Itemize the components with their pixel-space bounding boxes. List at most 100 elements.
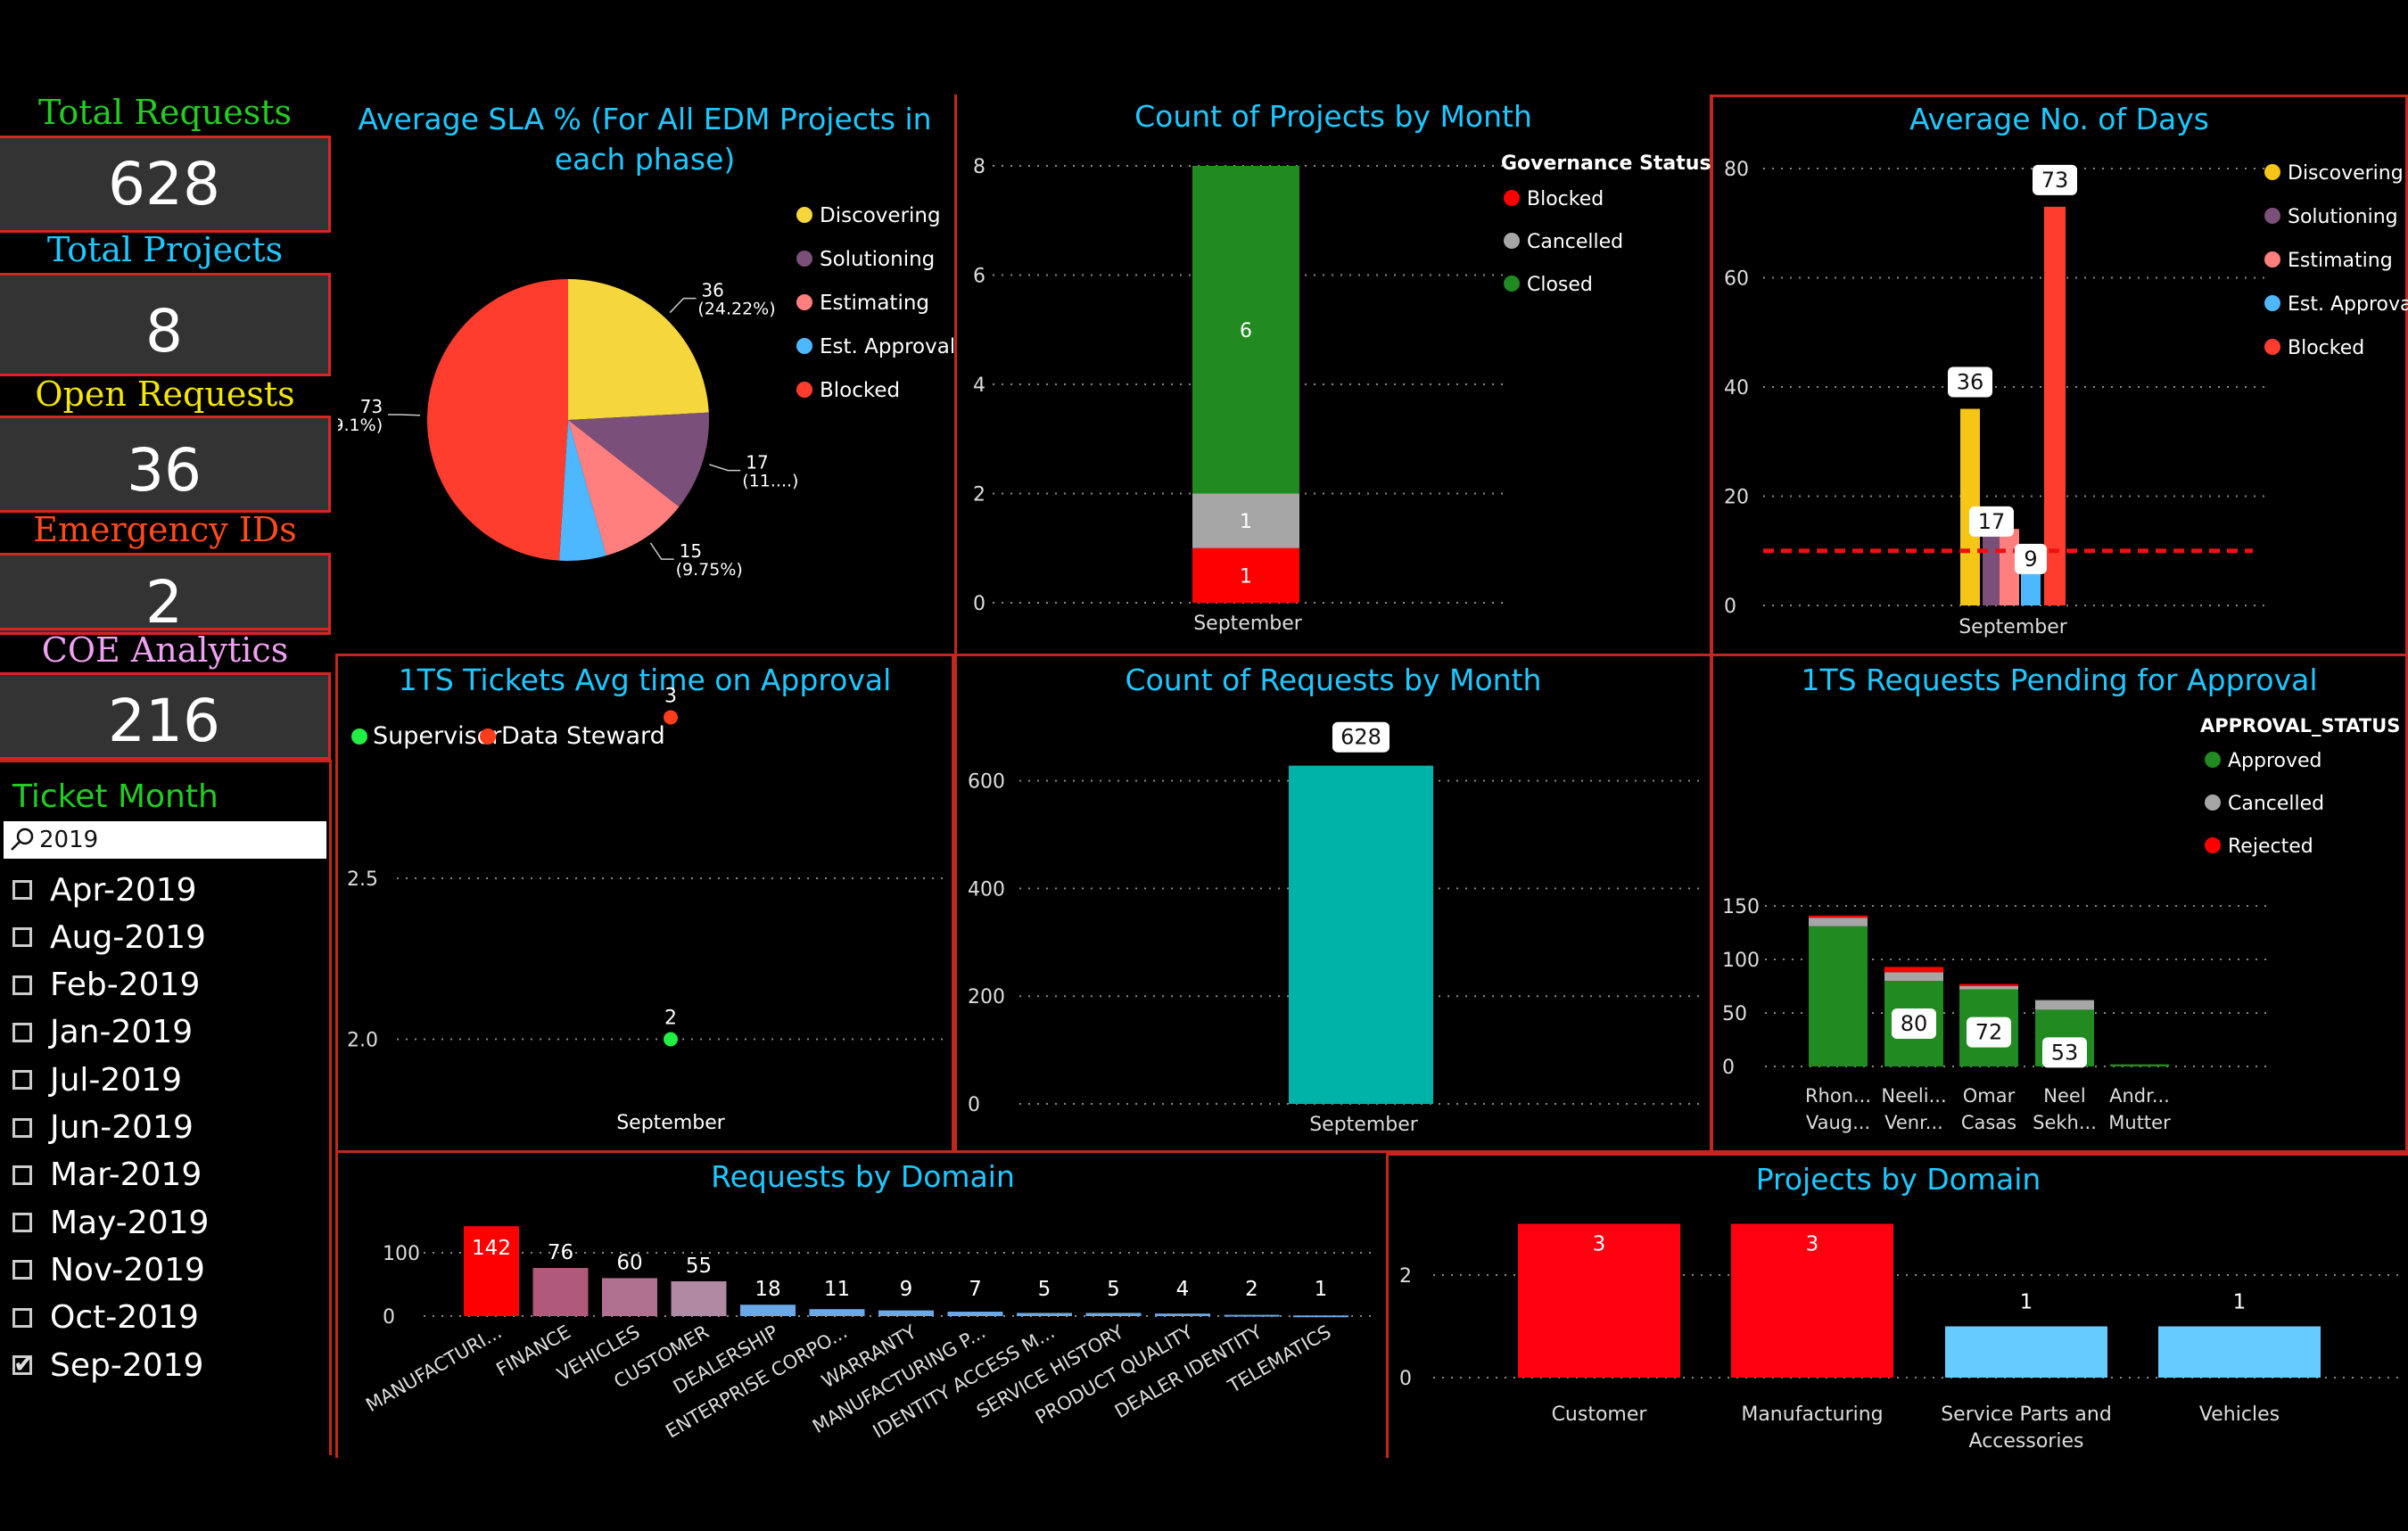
bar-chart[interactable]: 0 200 400 600 628 September — [957, 656, 1711, 1151]
pie-chart[interactable]: 36(24.22%) 17(11....) 15(9.75%) 73(49.1%) Di… — [338, 97, 953, 650]
y-tick-label: 150 — [1722, 896, 1760, 918]
leader-line — [669, 297, 697, 314]
slicer-item[interactable]: Jun-2019 — [12, 1107, 194, 1148]
kpi-title: Total Requests — [37, 93, 293, 132]
slicer-item[interactable]: Jan-2019 — [12, 1012, 193, 1053]
clustered-bar-chart[interactable]: 0 20 40 60 80 36 17 9 73 September Discovering Solu… — [1713, 97, 2408, 650]
bar-label: 60 — [616, 1251, 642, 1274]
slice-label: 36 — [701, 280, 723, 301]
x-tick-label: September — [1959, 616, 2068, 638]
y-tick-label: 0 — [1399, 1368, 1412, 1390]
leader-line — [388, 414, 421, 416]
bar — [2158, 1326, 2321, 1378]
slicer-item-label: Feb-2019 — [50, 967, 201, 1004]
y-tick-label: 600 — [968, 771, 1005, 794]
slicer-item[interactable]: Sep-2019 — [12, 1345, 203, 1386]
slice-sublabel: (49.1%) — [338, 416, 383, 435]
legend-marker — [2264, 208, 2280, 224]
slicer-item[interactable]: Apr-2019 — [12, 869, 197, 910]
y-tick-label: 0 — [1722, 1057, 1735, 1079]
checkbox[interactable] — [12, 1165, 32, 1185]
checkbox[interactable] — [12, 1022, 32, 1042]
slicer-item-label: Nov-2019 — [50, 1251, 205, 1288]
x-tick-label: Casas — [1961, 1112, 2016, 1133]
bar-label: 1 — [2233, 1291, 2247, 1314]
checkbox[interactable] — [12, 1260, 32, 1280]
data-point — [664, 710, 678, 725]
slicer-item[interactable]: Jul-2019 — [12, 1059, 182, 1100]
slicer-item[interactable]: Feb-2019 — [12, 965, 200, 1006]
bar-label: 1 — [1240, 511, 1252, 533]
bar-segment — [1959, 984, 2018, 986]
kpi-title: Emergency IDs — [33, 510, 297, 549]
data-label: 80 — [1901, 1011, 1928, 1036]
stacked-bar-chart[interactable]: 0 50 100 150 Rhon... Vaug... 80 Neeli... Venr...… — [1713, 656, 2408, 1151]
x-tick-label: September — [1309, 1114, 1419, 1136]
data-label: 17 — [1978, 509, 2006, 534]
checkbox[interactable] — [12, 880, 32, 900]
bar — [1224, 1314, 1280, 1317]
pie-slice — [426, 279, 568, 561]
panel-projects-month: Count of Projects by Month 0 2 4 6 8 1 1 6 Septe… — [954, 95, 1712, 656]
y-tick-label: 0 — [1724, 596, 1736, 618]
slicer-item[interactable]: Nov-2019 — [12, 1249, 205, 1290]
x-tick-label: Customer — [1552, 1403, 1648, 1426]
panel-tickets-approval: 1TS Tickets Avg time on Approval 2.0 2.5 S… — [335, 654, 954, 1153]
checkbox[interactable] — [12, 1213, 32, 1233]
legend-label: Cancelled — [1527, 231, 1623, 253]
x-tick-label: MANUFACTURI... — [362, 1321, 505, 1416]
legend-label: Estimating — [820, 292, 929, 315]
kpi-value: 8 — [0, 273, 331, 376]
search-icon — [11, 827, 34, 851]
slicer-item[interactable]: Oct-2019 — [12, 1297, 199, 1338]
bar — [809, 1309, 865, 1316]
bar — [1293, 1315, 1348, 1318]
panel-pending-approval: 1TS Requests Pending for Approval 0 50 100… — [1711, 654, 2408, 1153]
y-tick-label: 0 — [973, 593, 985, 615]
checkbox-checked[interactable] — [12, 1349, 34, 1379]
slicer-item[interactable]: Aug-2019 — [12, 917, 206, 958]
scatter-chart[interactable]: 2.02.5Supervisor2Data Steward3September — [338, 656, 953, 1151]
checkbox[interactable] — [12, 1307, 32, 1328]
y-tick-label: 80 — [1724, 159, 1749, 181]
bar-chart[interactable]: 0 2 3 Customer 3 Manufacturing 1 Service Parts … — [1389, 1156, 2407, 1457]
slice-sublabel: (24.22%) — [697, 300, 775, 319]
slice-label: 73 — [360, 396, 383, 417]
stacked-bar-chart[interactable]: 0 2 4 6 8 1 1 6 September Governance Status Blocke… — [957, 95, 1711, 647]
x-tick-label: September — [1193, 613, 1303, 635]
bar — [671, 1280, 727, 1316]
legend-marker — [796, 207, 812, 223]
legend-label: Blocked — [1527, 188, 1604, 210]
y-tick-label: 2 — [973, 484, 985, 506]
y-tick-label: 0 — [968, 1094, 980, 1116]
slicer-search[interactable]: 2019 — [4, 821, 326, 859]
slicer-item[interactable]: Mar-2019 — [12, 1155, 202, 1196]
legend-marker — [2264, 164, 2280, 180]
slicer-item[interactable]: May-2019 — [12, 1202, 209, 1243]
bar-label: 3 — [1593, 1233, 1606, 1256]
checkbox[interactable] — [12, 975, 32, 995]
bar — [1017, 1313, 1072, 1316]
slicer-item-label: Jul-2019 — [50, 1061, 183, 1099]
checkbox[interactable] — [12, 1117, 32, 1138]
bar — [2044, 206, 2066, 605]
panel-projects-domain: Projects by Domain 0 2 3 Customer 3 Manufactu… — [1386, 1153, 2408, 1458]
slicer-title: Ticket Month — [12, 778, 219, 815]
bar-chart[interactable]: 0100 142MANUFACTURI...76FINANCE60VEHICLES… — [338, 1153, 1386, 1456]
legend-marker — [2205, 794, 2221, 811]
data-label: 3 — [664, 686, 677, 708]
bar-label: 1 — [1315, 1278, 1328, 1301]
x-tick-label: Venr... — [1884, 1112, 1943, 1133]
y-tick-label: 100 — [383, 1243, 420, 1265]
y-tick-label: 40 — [1724, 377, 1749, 399]
y-tick-label: 50 — [1722, 1003, 1747, 1025]
bar-label: 7 — [969, 1278, 982, 1301]
x-tick-label: Mutter — [2108, 1112, 2171, 1133]
legend-marker — [2205, 837, 2221, 853]
y-tick-label: 100 — [1722, 950, 1760, 972]
bar-segment — [1809, 918, 1868, 926]
checkbox[interactable] — [12, 1070, 32, 1091]
checkbox[interactable] — [12, 927, 32, 948]
search-input[interactable]: 2019 — [39, 827, 98, 853]
legend-marker — [2264, 339, 2280, 355]
